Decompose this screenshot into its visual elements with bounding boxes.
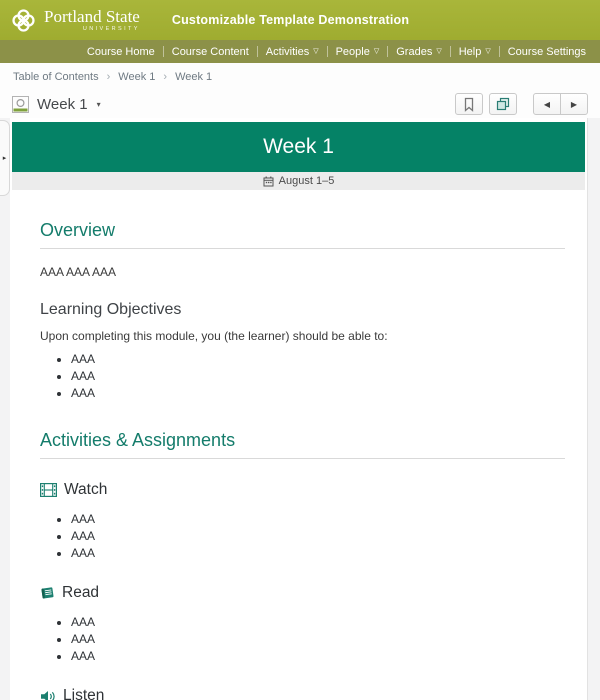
dropdown-caret-icon: ▽: [485, 47, 491, 55]
book-icon: [41, 587, 54, 599]
bookmark-icon: [464, 97, 474, 112]
university-name: Portland State: [44, 7, 140, 26]
date-range: August 1–5: [278, 175, 335, 187]
learning-objectives-heading: Learning Objectives: [40, 301, 182, 318]
nav-course-settings[interactable]: Course Settings: [500, 46, 594, 58]
nav-label: Course Home: [86, 45, 155, 58]
list-item: AAA: [71, 631, 565, 648]
speaker-icon: [41, 690, 55, 700]
course-navbar: Course Home Course Content Activities ▽ …: [0, 40, 600, 63]
university-subtitle: UNIVERSITY: [82, 26, 140, 32]
previous-arrow-icon: ◀: [543, 99, 551, 109]
breadcrumb: Table of Contents › Week 1 › Week 1: [0, 63, 600, 90]
nav-activities[interactable]: Activities ▽: [258, 46, 327, 58]
nav-label: Activities: [265, 45, 310, 58]
film-icon: [40, 483, 57, 497]
expand-toc-panel-handle[interactable]: ▸: [0, 120, 10, 196]
list-item: AAA: [71, 511, 565, 528]
nav-label: Course Settings: [507, 45, 586, 58]
page-area: ▸ Week 1 August 1–5 Overview AAA AAA AAA…: [0, 118, 600, 700]
banner-title: Week 1: [263, 135, 334, 158]
breadcrumb-week1[interactable]: Week 1: [118, 71, 155, 83]
breadcrumb-week1-current[interactable]: Week 1: [175, 71, 212, 83]
module-banner: Week 1: [12, 122, 585, 172]
nav-people[interactable]: People ▽: [328, 46, 388, 58]
dropdown-caret-icon: ▽: [436, 47, 442, 55]
dropdown-caret-icon: ▽: [373, 47, 380, 55]
next-arrow-icon: ▶: [570, 99, 578, 109]
breadcrumb-table-of-contents[interactable]: Table of Contents: [13, 71, 99, 83]
calendar-icon: [263, 176, 274, 186]
list-item: AAA: [71, 648, 565, 665]
chevron-right-icon: ▸: [2, 155, 7, 162]
psu-knot-icon: [12, 8, 35, 32]
module-content: Overview AAA AAA AAA Learning Objectives…: [10, 220, 587, 700]
list-item: AAA: [71, 545, 565, 562]
psu-logo[interactable]: Portland State UNIVERSITY: [10, 7, 140, 34]
read-list: AAA AAA AAA: [40, 614, 565, 665]
list-item: AAA: [71, 614, 565, 631]
nav-label: Course Content: [171, 45, 249, 58]
overview-text: AAA AAA AAA: [40, 265, 117, 279]
content-panel: Week 1 August 1–5 Overview AAA AAA AAA L…: [10, 118, 588, 700]
list-item: AAA: [71, 351, 565, 368]
module-type-icon: [12, 95, 29, 113]
list-item: AAA: [71, 528, 565, 545]
list-item: AAA: [71, 385, 565, 402]
nav-help[interactable]: Help ▽: [451, 46, 499, 58]
watch-title: Watch: [64, 481, 108, 498]
page-title: Week 1: [37, 95, 88, 113]
print-download-button[interactable]: [489, 93, 517, 115]
breadcrumb-separator-icon: ›: [106, 70, 111, 83]
watch-list: AAA AAA AAA: [40, 511, 565, 562]
nav-course-content[interactable]: Course Content: [164, 46, 257, 58]
nav-label: Grades: [396, 45, 433, 58]
content-toolbar: Week 1 ▾ ◀ ▶: [0, 90, 600, 118]
date-bar: August 1–5: [12, 172, 585, 190]
breadcrumb-separator-icon: ›: [163, 70, 168, 83]
objectives-list: AAA AAA AAA: [40, 351, 565, 402]
copy-pages-icon: [496, 97, 510, 111]
previous-page-button[interactable]: ◀: [533, 93, 561, 115]
listen-section-title: Listen: [40, 687, 565, 700]
nav-label: People: [335, 45, 370, 58]
app-header: Portland State UNIVERSITY Customizable T…: [0, 0, 600, 40]
next-page-button[interactable]: ▶: [560, 93, 588, 115]
activities-heading: Activities & Assignments: [40, 430, 565, 459]
listen-title: Listen: [63, 687, 105, 700]
nav-grades[interactable]: Grades ▽: [388, 46, 449, 58]
nav-label: Help: [458, 45, 482, 58]
read-section-title: Read: [40, 584, 565, 602]
context-menu-caret-icon[interactable]: ▾: [97, 100, 101, 109]
course-title: Customizable Template Demonstration: [171, 13, 410, 27]
nav-course-home[interactable]: Course Home: [79, 46, 163, 58]
bookmark-button[interactable]: [455, 93, 483, 115]
dropdown-caret-icon: ▽: [313, 47, 319, 55]
list-item: AAA: [71, 368, 565, 385]
watch-section-title: Watch: [40, 481, 565, 499]
read-title: Read: [62, 584, 100, 601]
objectives-intro: Upon completing this module, you (the le…: [40, 329, 388, 343]
overview-heading: Overview: [40, 220, 565, 249]
